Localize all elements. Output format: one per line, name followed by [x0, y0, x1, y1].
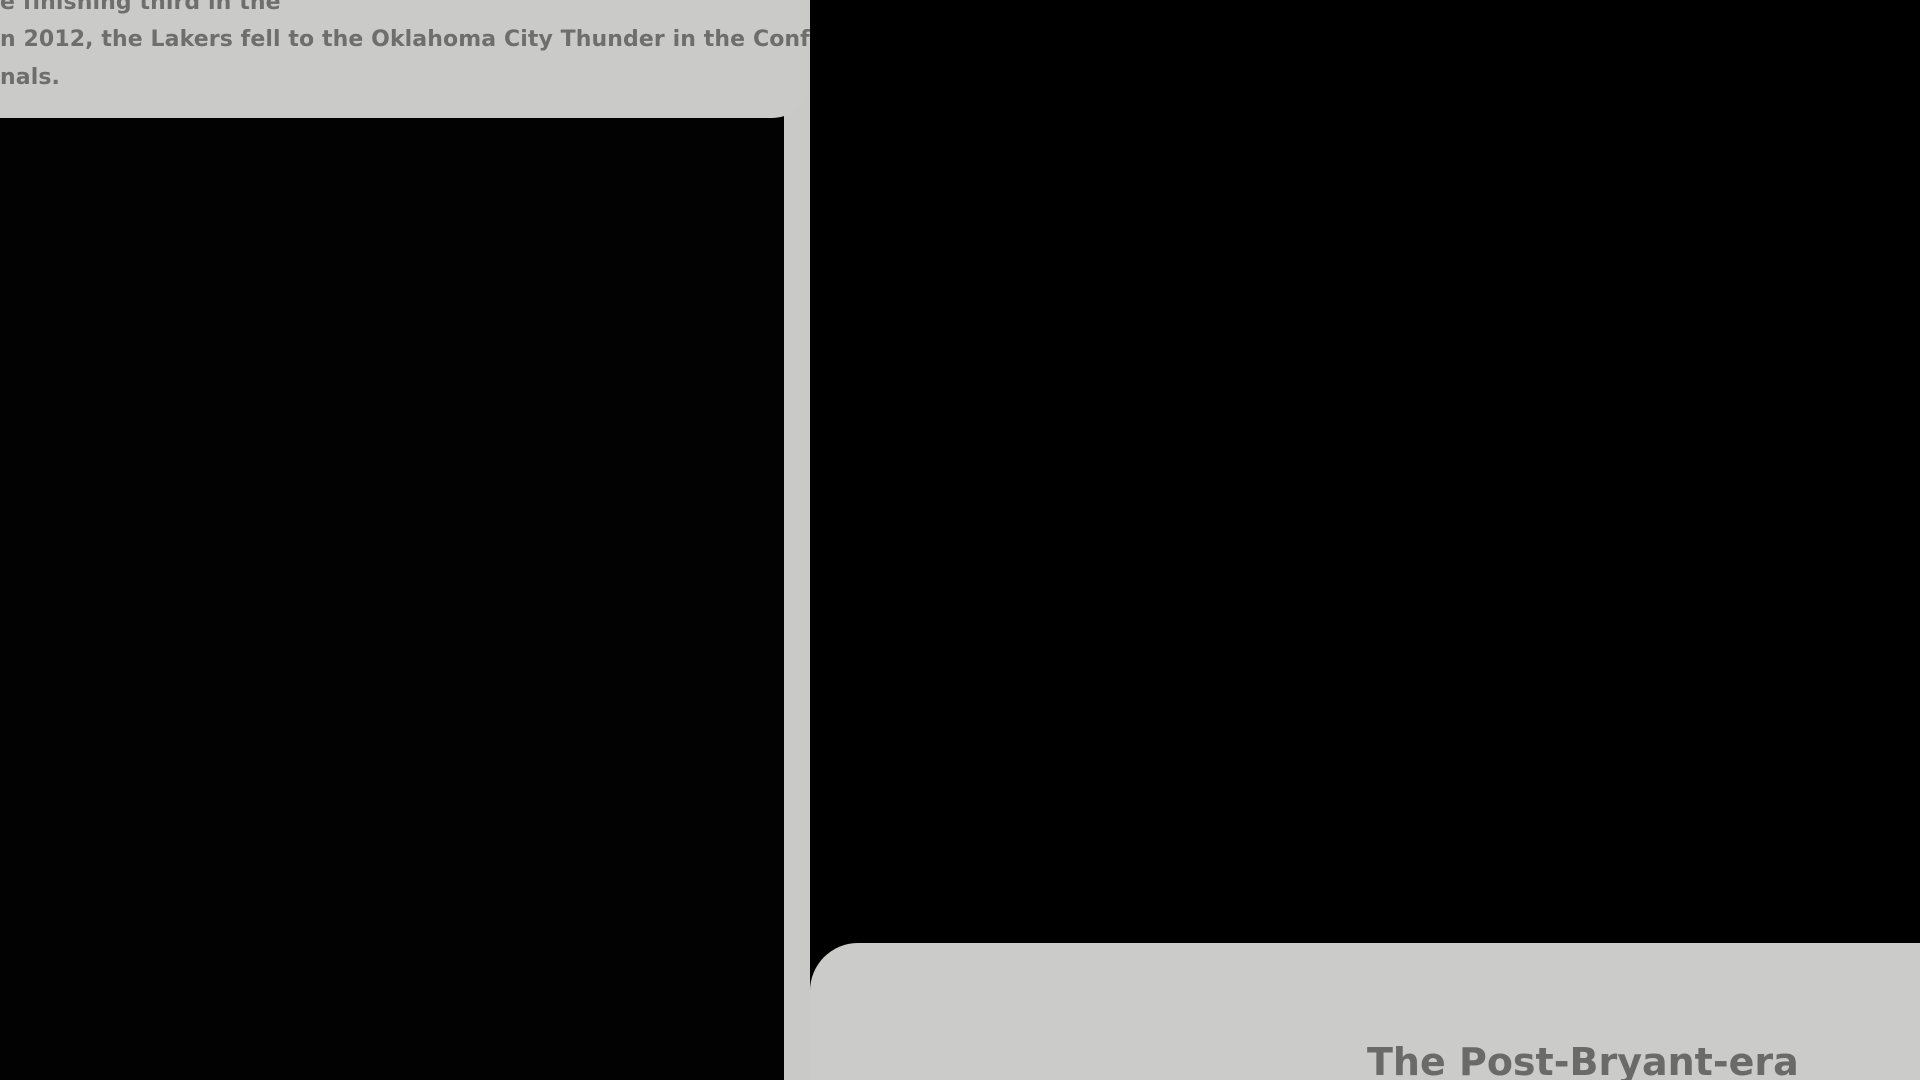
caption-line: nals.: [0, 65, 61, 90]
caption-text-card: e finishing third in the n 2012, the Lak…: [0, 0, 810, 118]
section-heading-card: The Post-Bryant-era: [810, 943, 1920, 1080]
caption-line: e finishing third in the: [0, 0, 281, 15]
right-media-panel: [810, 0, 1920, 943]
caption-line: n 2012, the Lakers fell to the Oklahoma …: [0, 27, 810, 52]
left-media-panel: [0, 118, 784, 1080]
section-heading: The Post-Bryant-era: [1367, 1040, 1799, 1080]
slideshow-frame: e finishing third in the n 2012, the Lak…: [0, 0, 1920, 1080]
panel-divider: [784, 0, 810, 1080]
